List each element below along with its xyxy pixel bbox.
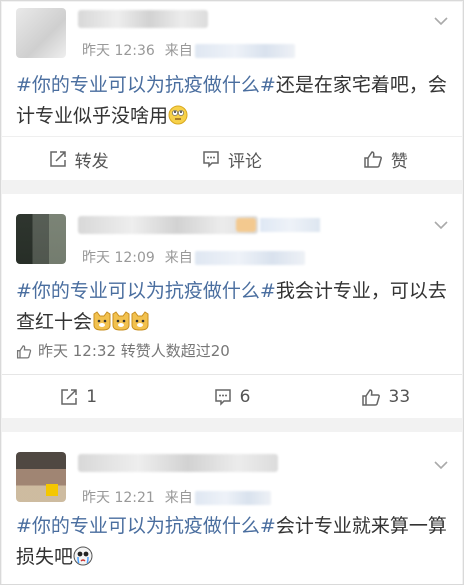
source-blurred <box>194 44 295 58</box>
avatar[interactable] <box>16 214 66 264</box>
username-blurred[interactable] <box>78 454 278 472</box>
source-label: 来自 <box>164 43 193 59</box>
comment-label: 评论 <box>227 151 262 172</box>
roll-eyes-emoji <box>168 105 188 125</box>
action-bar: 转发 评论 赞 <box>2 136 462 181</box>
like-button[interactable]: 33 <box>309 375 462 419</box>
repost-notice: 昨天 12:32 转赞人数超过20 <box>16 340 230 361</box>
feed-screenshot: 昨天 12:36 来自 #你的专业可以为抗疫做什么#还是在家宅着吧，会计专业似乎没… <box>0 0 464 585</box>
action-bar: 1 6 33 <box>2 374 462 419</box>
post-meta: 昨天 12:36 来自 <box>82 40 295 60</box>
repost-count: 1 <box>86 387 98 407</box>
weibo-post-2: 昨天 12:09 来自 #你的专业可以为抗疫做什么#我会计专业，可以去查红十会 昨… <box>2 194 462 418</box>
like-icon-small <box>16 345 32 359</box>
chevron-down-icon[interactable] <box>434 218 448 232</box>
chevron-down-icon[interactable] <box>434 458 448 472</box>
topic-link[interactable]: #你的专业可以为抗疫做什么# <box>16 280 276 302</box>
badge-blurred <box>236 218 256 232</box>
post-time: 昨天 12:09 <box>82 250 155 266</box>
avatar[interactable] <box>16 8 66 58</box>
weibo-post-3: 昨天 12:21 来自 #你的专业可以为抗疫做什么#会计专业就来算一算损失吧 <box>2 432 462 584</box>
source-blurred <box>194 251 305 265</box>
repost-notice-text: 昨天 12:32 转赞人数超过20 <box>38 342 230 360</box>
repost-button[interactable]: 1 <box>2 375 155 419</box>
post-meta: 昨天 12:21 来自 <box>82 487 271 507</box>
username-blurred[interactable] <box>78 10 208 28</box>
comment-count: 6 <box>239 387 251 407</box>
post-time: 昨天 12:21 <box>82 490 155 506</box>
like-icon <box>364 151 382 168</box>
comment-icon <box>214 389 231 406</box>
post-content: #你的专业可以为抗疫做什么#我会计专业，可以去查红十会 <box>16 276 448 338</box>
post-content: #你的专业可以为抗疫做什么#会计专业就来算一算损失吧 <box>16 511 448 573</box>
repost-label: 转发 <box>74 151 109 172</box>
repost-button[interactable]: 转发 <box>2 137 155 181</box>
topic-link[interactable]: #你的专业可以为抗疫做什么# <box>16 515 276 537</box>
like-button[interactable]: 赞 <box>309 137 462 181</box>
comment-icon <box>203 151 219 168</box>
post-meta: 昨天 12:09 来自 <box>82 247 305 267</box>
like-label: 赞 <box>390 151 408 172</box>
comment-button[interactable]: 6 <box>155 375 308 419</box>
post-content: #你的专业可以为抗疫做什么#还是在家宅着吧，会计专业似乎没啥用 <box>16 70 448 132</box>
doge-emoji <box>93 311 149 331</box>
share-icon <box>61 389 77 405</box>
chevron-down-icon[interactable] <box>434 14 448 28</box>
share-icon <box>49 151 66 167</box>
username-blurred[interactable] <box>78 216 258 234</box>
crying-emoji <box>73 546 93 566</box>
source-label: 来自 <box>164 250 193 266</box>
source-blurred <box>194 491 271 505</box>
source-label: 来自 <box>164 490 193 506</box>
like-icon <box>361 389 380 406</box>
comment-button[interactable]: 评论 <box>155 137 308 181</box>
badge-blurred-2 <box>260 218 320 232</box>
like-count: 33 <box>388 387 411 407</box>
weibo-post-1: 昨天 12:36 来自 #你的专业可以为抗疫做什么#还是在家宅着吧，会计专业似乎没… <box>2 2 462 180</box>
post-time: 昨天 12:36 <box>82 43 155 59</box>
topic-link[interactable]: #你的专业可以为抗疫做什么# <box>16 74 276 96</box>
avatar[interactable] <box>16 452 66 502</box>
